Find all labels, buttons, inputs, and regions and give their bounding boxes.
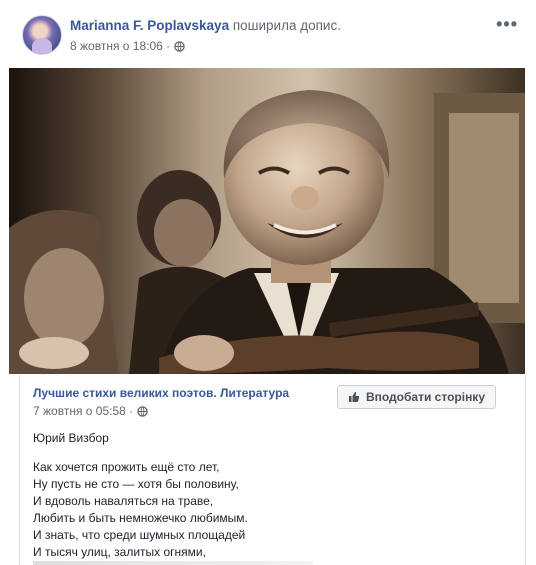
poem-line: И знать, что среди шумных площадей <box>33 528 246 542</box>
poem-line: Любить и быть немножечко любимым. <box>33 511 248 525</box>
poem-line: Ну пусть не сто — хотя бы половину, <box>33 477 239 491</box>
post-header: Marianna F. Poplavskaya поширила допис. <box>70 18 341 33</box>
like-page-label: Вподобати сторінку <box>365 390 485 404</box>
like-page-button[interactable]: Вподобати сторінку <box>336 385 496 409</box>
poem-author: Юрий Визбор <box>33 431 109 445</box>
post-meta: 8 жовтня о 18:06 · <box>70 39 185 53</box>
poem-line: И вдоволь наваляться на траве, <box>33 494 214 508</box>
shared-post-meta: 7 жовтня о 05:58 · <box>33 404 148 418</box>
author-avatar[interactable] <box>22 15 62 55</box>
shared-post-card: Лучшие стихи великих поэтов. Литература … <box>19 375 526 565</box>
post-timestamp[interactable]: 8 жовтня о 18:06 · <box>70 39 170 53</box>
poem-line: Как хочется прожить ещё сто лет, <box>33 460 220 474</box>
globe-icon[interactable] <box>137 405 148 417</box>
shared-post-text: поширила допис. <box>232 18 341 33</box>
poem-line: И тысяч улиц, залитых огнями, <box>33 545 206 559</box>
post-photo[interactable] <box>9 68 525 374</box>
shared-timestamp[interactable]: 7 жовтня о 05:58 · <box>33 404 133 418</box>
more-options-button[interactable]: ••• <box>496 14 518 35</box>
feed-post: Marianna F. Poplavskaya поширила допис. … <box>0 0 536 565</box>
thumbs-up-icon <box>348 392 360 402</box>
page-name-link[interactable]: Лучшие стихи великих поэтов. Литература <box>33 386 289 400</box>
cut-off-text-line <box>33 561 313 565</box>
globe-icon[interactable] <box>174 40 185 52</box>
poem-text: Как хочется прожить ещё сто лет, Ну пуст… <box>33 459 248 561</box>
author-name-link[interactable]: Marianna F. Poplavskaya <box>70 18 229 33</box>
photo-illustration <box>9 68 525 374</box>
